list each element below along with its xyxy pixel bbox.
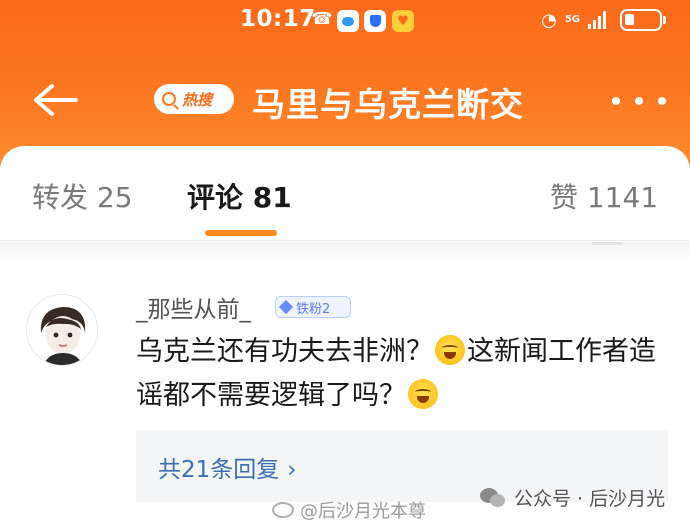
- status-right: ◔ 5G: [541, 9, 666, 31]
- weibo-logo-icon: [272, 502, 294, 518]
- view-replies-link[interactable]: 共21条回复 ›: [158, 450, 296, 484]
- previous-item-mark: [592, 242, 622, 245]
- status-time: 10:17: [240, 6, 316, 32]
- hot-search-pill[interactable]: 热搜: [154, 84, 234, 114]
- network-label: 5G: [564, 14, 580, 25]
- active-tab-indicator: [205, 230, 277, 236]
- comment-text: 乌克兰还有功夫去非洲？ 这新闻工作者造谣都不需要逻辑了吗？: [136, 330, 676, 418]
- avatar-image: [27, 295, 97, 365]
- weibo-watermark-text: @后沙月光本尊: [300, 501, 426, 522]
- wifi-icon: ◔: [541, 9, 557, 31]
- wechat-watermark-text: 公众号 · 后沙月光: [514, 488, 666, 510]
- weibo-watermark: @后沙月光本尊: [272, 497, 426, 523]
- wechat-logo-icon: [480, 487, 506, 508]
- missed-call-icon: ☎: [311, 9, 333, 29]
- comment-username[interactable]: _那些从前_: [136, 290, 251, 324]
- laugh-cry-emoji-icon: [408, 379, 438, 409]
- more-icon[interactable]: [612, 94, 666, 108]
- battery-icon: [620, 9, 666, 31]
- avatar[interactable]: [26, 294, 98, 366]
- laugh-cry-emoji-icon: [435, 335, 465, 365]
- view-replies-label: 共21条回复: [158, 457, 280, 483]
- heart-icon: ♥: [392, 10, 414, 32]
- hot-search-label: 热搜: [182, 90, 213, 109]
- shield-icon: [364, 10, 386, 32]
- previous-item-edge: [0, 242, 690, 264]
- topic-header: 10:17 ☎ ♥ ◔ 5G 热搜 马里与乌克兰断交: [0, 0, 690, 168]
- search-icon: [162, 92, 176, 106]
- signal-icon: [588, 11, 606, 29]
- diamond-icon: [278, 299, 294, 315]
- message-icon: [337, 10, 359, 32]
- chevron-right-icon: ›: [287, 457, 297, 483]
- status-bar: 10:17 ☎ ♥ ◔ 5G: [0, 0, 690, 42]
- comment-text-part1: 乌克兰还有功夫去非洲？: [136, 336, 433, 367]
- wechat-watermark: 公众号 · 后沙月光: [480, 484, 665, 511]
- topic-title: 马里与乌克兰断交: [252, 85, 524, 124]
- back-arrow-icon[interactable]: [30, 80, 80, 120]
- tab-comments[interactable]: 评论 81: [187, 176, 292, 216]
- tab-reposts[interactable]: 转发 25: [32, 176, 133, 216]
- fan-badge-label: 铁粉2: [296, 301, 331, 317]
- fan-badge: 铁粉2: [275, 296, 351, 318]
- tab-divider: [0, 240, 690, 241]
- tab-likes[interactable]: 赞 1141: [550, 176, 658, 216]
